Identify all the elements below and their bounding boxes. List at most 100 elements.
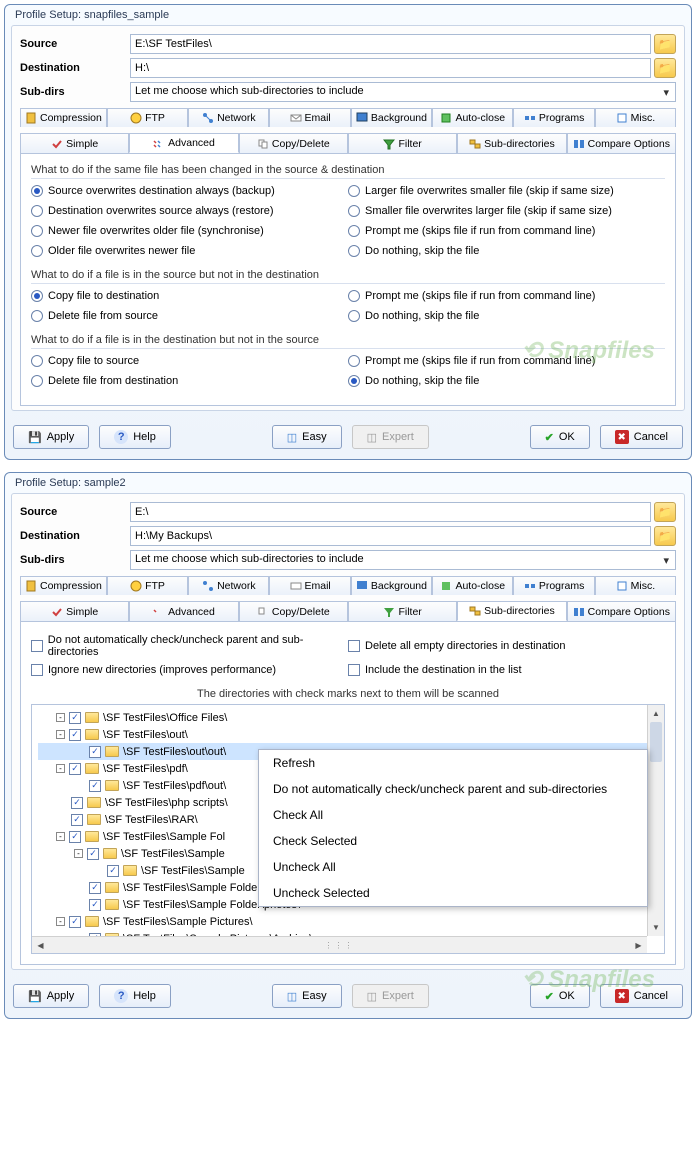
tab-compression[interactable]: Compression [20, 576, 107, 595]
apply-button[interactable]: 💾Apply [13, 984, 89, 1008]
tree-checkbox-icon[interactable] [69, 916, 81, 928]
source-input[interactable] [130, 502, 651, 522]
scroll-grip-icon[interactable]: ⋮⋮⋮ [49, 941, 630, 950]
tab-subdirectories[interactable]: Sub-directories [457, 601, 566, 621]
tree-checkbox-icon[interactable] [69, 712, 81, 724]
checkbox-option[interactable]: Do not automatically check/uncheck paren… [31, 634, 348, 658]
tree-checkbox-icon[interactable] [89, 746, 101, 758]
apply-button[interactable]: 💾Apply [13, 425, 89, 449]
destination-input[interactable] [130, 526, 651, 546]
tree-row[interactable]: -\SF TestFiles\Office Files\ [38, 709, 658, 726]
tree-checkbox-icon[interactable] [71, 797, 83, 809]
radio-option[interactable]: Do nothing, skip the file [348, 310, 665, 322]
radio-option[interactable]: Copy file to destination [31, 290, 348, 302]
tab-subdirectories[interactable]: Sub-directories [457, 133, 566, 153]
browse-destination-button[interactable]: 📁 [654, 526, 676, 546]
radio-option[interactable]: Delete file from source [31, 310, 348, 322]
scroll-up-icon[interactable]: ▲ [648, 705, 664, 722]
horizontal-scrollbar[interactable]: ◀ ⋮⋮⋮ ▶ [32, 936, 647, 953]
cancel-button[interactable]: ✖Cancel [600, 984, 683, 1008]
tree-toggle-icon[interactable]: - [56, 832, 65, 841]
easy-button[interactable]: ◫Easy [272, 425, 342, 449]
radio-option[interactable]: Prompt me (skips file if run from comman… [348, 355, 665, 367]
scroll-right-icon[interactable]: ▶ [630, 937, 647, 954]
tab-compression[interactable]: Compression [20, 108, 107, 127]
radio-option[interactable]: Destination overwrites source always (re… [31, 205, 348, 217]
tab-autoclose[interactable]: Auto-close [432, 576, 513, 595]
radio-option[interactable]: Prompt me (skips file if run from comman… [348, 290, 665, 302]
expert-button[interactable]: ◫Expert [352, 425, 429, 449]
tab-programs[interactable]: Programs [513, 108, 594, 127]
tab-email[interactable]: Email [269, 108, 350, 127]
tab-email[interactable]: Email [269, 576, 350, 595]
tree-checkbox-icon[interactable] [69, 831, 81, 843]
expert-button[interactable]: ◫Expert [352, 984, 429, 1008]
tree-row[interactable]: -\SF TestFiles\out\ [38, 726, 658, 743]
radio-option[interactable]: Copy file to source [31, 355, 348, 367]
scroll-left-icon[interactable]: ◀ [32, 937, 49, 954]
easy-button[interactable]: ◫Easy [272, 984, 342, 1008]
checkbox-option[interactable]: Include the destination in the list [348, 664, 665, 676]
tab-programs[interactable]: Programs [513, 576, 594, 595]
tab-ftp[interactable]: FTP [107, 576, 188, 595]
radio-option[interactable]: Larger file overwrites smaller file (ski… [348, 185, 665, 197]
tab-simple[interactable]: Simple [20, 601, 129, 621]
tree-checkbox-icon[interactable] [71, 814, 83, 826]
tree-checkbox-icon[interactable] [89, 780, 101, 792]
help-button[interactable]: ?Help [99, 984, 171, 1008]
directory-tree[interactable]: -\SF TestFiles\Office Files\-\SF TestFil… [31, 704, 665, 954]
subdirs-select[interactable]: Let me choose which sub-directories to i… [130, 550, 676, 570]
source-input[interactable] [130, 34, 651, 54]
cancel-button[interactable]: ✖Cancel [600, 425, 683, 449]
radio-option[interactable]: Smaller file overwrites larger file (ski… [348, 205, 665, 217]
destination-input[interactable] [130, 58, 651, 78]
checkbox-option[interactable]: Ignore new directories (improves perform… [31, 664, 348, 676]
tab-filter[interactable]: Filter [348, 601, 457, 621]
context-menu-item[interactable]: Uncheck All [259, 854, 647, 880]
radio-option[interactable]: Older file overwrites newer file [31, 245, 348, 257]
radio-option[interactable]: Do nothing, skip the file [348, 245, 665, 257]
tab-advanced[interactable]: Advanced [129, 133, 238, 153]
vertical-scrollbar[interactable]: ▲ ▼ [647, 705, 664, 936]
scroll-down-icon[interactable]: ▼ [648, 919, 664, 936]
tab-copydelete[interactable]: Copy/Delete [239, 601, 348, 621]
tree-toggle-icon[interactable]: - [74, 849, 83, 858]
tree-toggle-icon[interactable]: - [56, 764, 65, 773]
radio-option[interactable]: Delete file from destination [31, 375, 348, 387]
subdirs-select[interactable]: Let me choose which sub-directories to i… [130, 82, 676, 102]
tree-toggle-icon[interactable]: - [56, 730, 65, 739]
tree-checkbox-icon[interactable] [107, 865, 119, 877]
context-menu-item[interactable]: Uncheck Selected [259, 880, 647, 906]
tree-checkbox-icon[interactable] [89, 882, 101, 894]
radio-option[interactable]: Do nothing, skip the file [348, 375, 665, 387]
browse-source-button[interactable]: 📁 [654, 502, 676, 522]
tree-row[interactable]: -\SF TestFiles\Sample Pictures\ [38, 913, 658, 930]
context-menu-item[interactable]: Refresh [259, 750, 647, 776]
context-menu-item[interactable]: Check All [259, 802, 647, 828]
ok-button[interactable]: ✔OK [530, 425, 590, 449]
tab-filter[interactable]: Filter [348, 133, 457, 153]
tab-misc[interactable]: Misc. [595, 576, 676, 595]
tree-checkbox-icon[interactable] [69, 729, 81, 741]
tree-toggle-icon[interactable]: - [56, 713, 65, 722]
tab-advanced[interactable]: Advanced [129, 601, 238, 621]
tree-checkbox-icon[interactable] [69, 763, 81, 775]
help-button[interactable]: ?Help [99, 425, 171, 449]
browse-source-button[interactable]: 📁 [654, 34, 676, 54]
scroll-thumb[interactable] [650, 722, 662, 762]
tab-compare[interactable]: Compare Options [567, 601, 676, 621]
tab-ftp[interactable]: FTP [107, 108, 188, 127]
tab-simple[interactable]: Simple [20, 133, 129, 153]
radio-option[interactable]: Newer file overwrites older file (synchr… [31, 225, 348, 237]
tree-toggle-icon[interactable]: - [56, 917, 65, 926]
context-menu-item[interactable]: Do not automatically check/uncheck paren… [259, 776, 647, 802]
tab-network[interactable]: Network [188, 576, 269, 595]
tab-background[interactable]: Background [351, 108, 432, 127]
checkbox-option[interactable]: Delete all empty directories in destinat… [348, 634, 665, 658]
radio-option[interactable]: Source overwrites destination always (ba… [31, 185, 348, 197]
radio-option[interactable]: Prompt me (skips file if run from comman… [348, 225, 665, 237]
browse-destination-button[interactable]: 📁 [654, 58, 676, 78]
tab-autoclose[interactable]: Auto-close [432, 108, 513, 127]
tab-network[interactable]: Network [188, 108, 269, 127]
tree-checkbox-icon[interactable] [87, 848, 99, 860]
